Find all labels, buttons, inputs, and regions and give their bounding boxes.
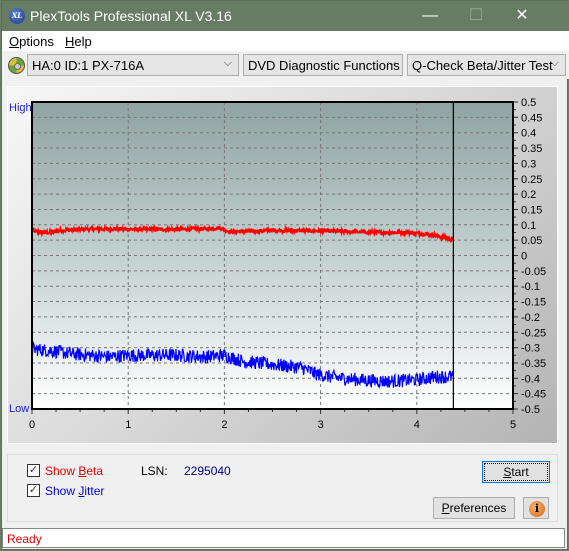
menu-help-accel: H	[65, 34, 75, 49]
y-high-label: High	[9, 102, 32, 114]
close-button[interactable]: ✕	[499, 1, 545, 31]
menu-options[interactable]: Options	[9, 34, 54, 49]
y-tick-label: 0.2	[521, 189, 536, 201]
start-button[interactable]: Start	[482, 461, 550, 483]
lsn-value: 2295040	[184, 464, 231, 478]
info-button[interactable]: i	[523, 497, 549, 519]
controls-panel: ✓ Show Beta ✓ Show Jitter LSN: 2295040 S…	[7, 454, 558, 522]
menu-help-rest: elp	[74, 34, 92, 49]
y-tick-label: -0.5	[521, 404, 540, 416]
x-tick-label: 1	[125, 419, 131, 431]
y-tick-label: 0.4	[521, 128, 536, 140]
y-tick-label: 0.35	[521, 143, 542, 155]
minimize-button[interactable]: —	[407, 1, 453, 31]
title-bar: XL PlexTools Professional XL V3.16 — ☐ ✕	[2, 1, 569, 31]
show-beta-label[interactable]: Show Beta	[45, 464, 103, 478]
y-tick-label: 0	[521, 251, 527, 263]
drive-select[interactable]: HA:0 ID:1 PX-716A ⌵	[27, 54, 239, 76]
y-tick-label: -0.35	[521, 358, 546, 370]
show-beta-label-pre: Show	[45, 464, 79, 478]
y-tick-label: 0.15	[521, 204, 542, 216]
y-tick-label: -0.2	[521, 312, 540, 324]
show-beta-label-post: eta	[86, 464, 104, 478]
x-tick-label: 4	[414, 419, 420, 431]
app-logo-icon: XL	[9, 8, 25, 24]
function-select[interactable]: DVD Diagnostic Functions ⌵	[243, 54, 403, 76]
y-tick-label: -0.05	[521, 266, 546, 278]
y-tick-label: -0.3	[521, 343, 540, 355]
y-tick-label: -0.25	[521, 327, 546, 339]
y-low-label: Low	[9, 403, 29, 415]
x-tick-label: 3	[318, 419, 324, 431]
show-jitter-label-pre: Show	[45, 484, 79, 498]
y-tick-label: 0.05	[521, 235, 542, 247]
status-bar: Ready	[2, 528, 565, 548]
menu-options-rest: ptions	[19, 34, 54, 49]
toolbar: HA:0 ID:1 PX-716A ⌵ DVD Diagnostic Funct…	[2, 51, 569, 79]
function-select-value: DVD Diagnostic Functions	[248, 58, 400, 73]
y-tick-label: 0.5	[521, 97, 536, 109]
chevron-down-icon: ⌵	[223, 57, 232, 69]
chart-panel: 0.5 0.45 0.4 0.35 0.3 0.25 0.2 0.15 0.1 0.05 0 -0.0…	[7, 86, 558, 444]
y-tick-label: 0.1	[521, 220, 536, 232]
menu-bar: Options Help	[2, 31, 569, 51]
maximize-button[interactable]: ☐	[453, 1, 499, 31]
menu-options-accel: O	[9, 34, 20, 49]
y-tick-label: 0.25	[521, 174, 542, 186]
show-beta-checkbox[interactable]: ✓	[27, 464, 40, 477]
test-select[interactable]: Q-Check Beta/Jitter Test ⌵	[407, 54, 566, 76]
y-tick-label: -0.1	[521, 281, 540, 293]
window-title: PlexTools Professional XL V3.16	[30, 8, 232, 24]
x-tick-label: 2	[221, 419, 227, 431]
x-tick-label: 0	[29, 419, 35, 431]
preferences-accel: P	[441, 501, 450, 515]
lsn-label: LSN:	[141, 464, 168, 478]
x-tick-label: 5	[510, 419, 516, 431]
disc-drive-icon	[8, 57, 25, 74]
show-jitter-label[interactable]: Show Jitter	[45, 484, 104, 498]
preferences-label: references	[449, 501, 507, 515]
y-tick-label: -0.15	[521, 297, 546, 309]
y-tick-label: -0.45	[521, 389, 546, 401]
info-icon: i	[529, 501, 545, 517]
beta-jitter-chart: 0.5 0.45 0.4 0.35 0.3 0.25 0.2 0.15 0.1 0.05 0 -0.0…	[9, 97, 546, 431]
y-tick-label: 0.3	[521, 158, 536, 170]
show-jitter-label-post: itter	[84, 484, 105, 498]
preferences-button[interactable]: Preferences	[433, 497, 515, 519]
y-tick-label: 0.45	[521, 112, 542, 124]
drive-select-value: HA:0 ID:1 PX-716A	[32, 58, 144, 73]
show-jitter-checkbox[interactable]: ✓	[27, 484, 40, 497]
chevron-down-icon: ⌵	[550, 57, 559, 69]
test-select-value: Q-Check Beta/Jitter Test	[412, 58, 553, 73]
start-label: tart	[511, 465, 529, 479]
chevron-down-icon: ⌵	[387, 57, 396, 69]
menu-help[interactable]: Help	[65, 34, 92, 49]
y-tick-label: -0.4	[521, 373, 540, 385]
